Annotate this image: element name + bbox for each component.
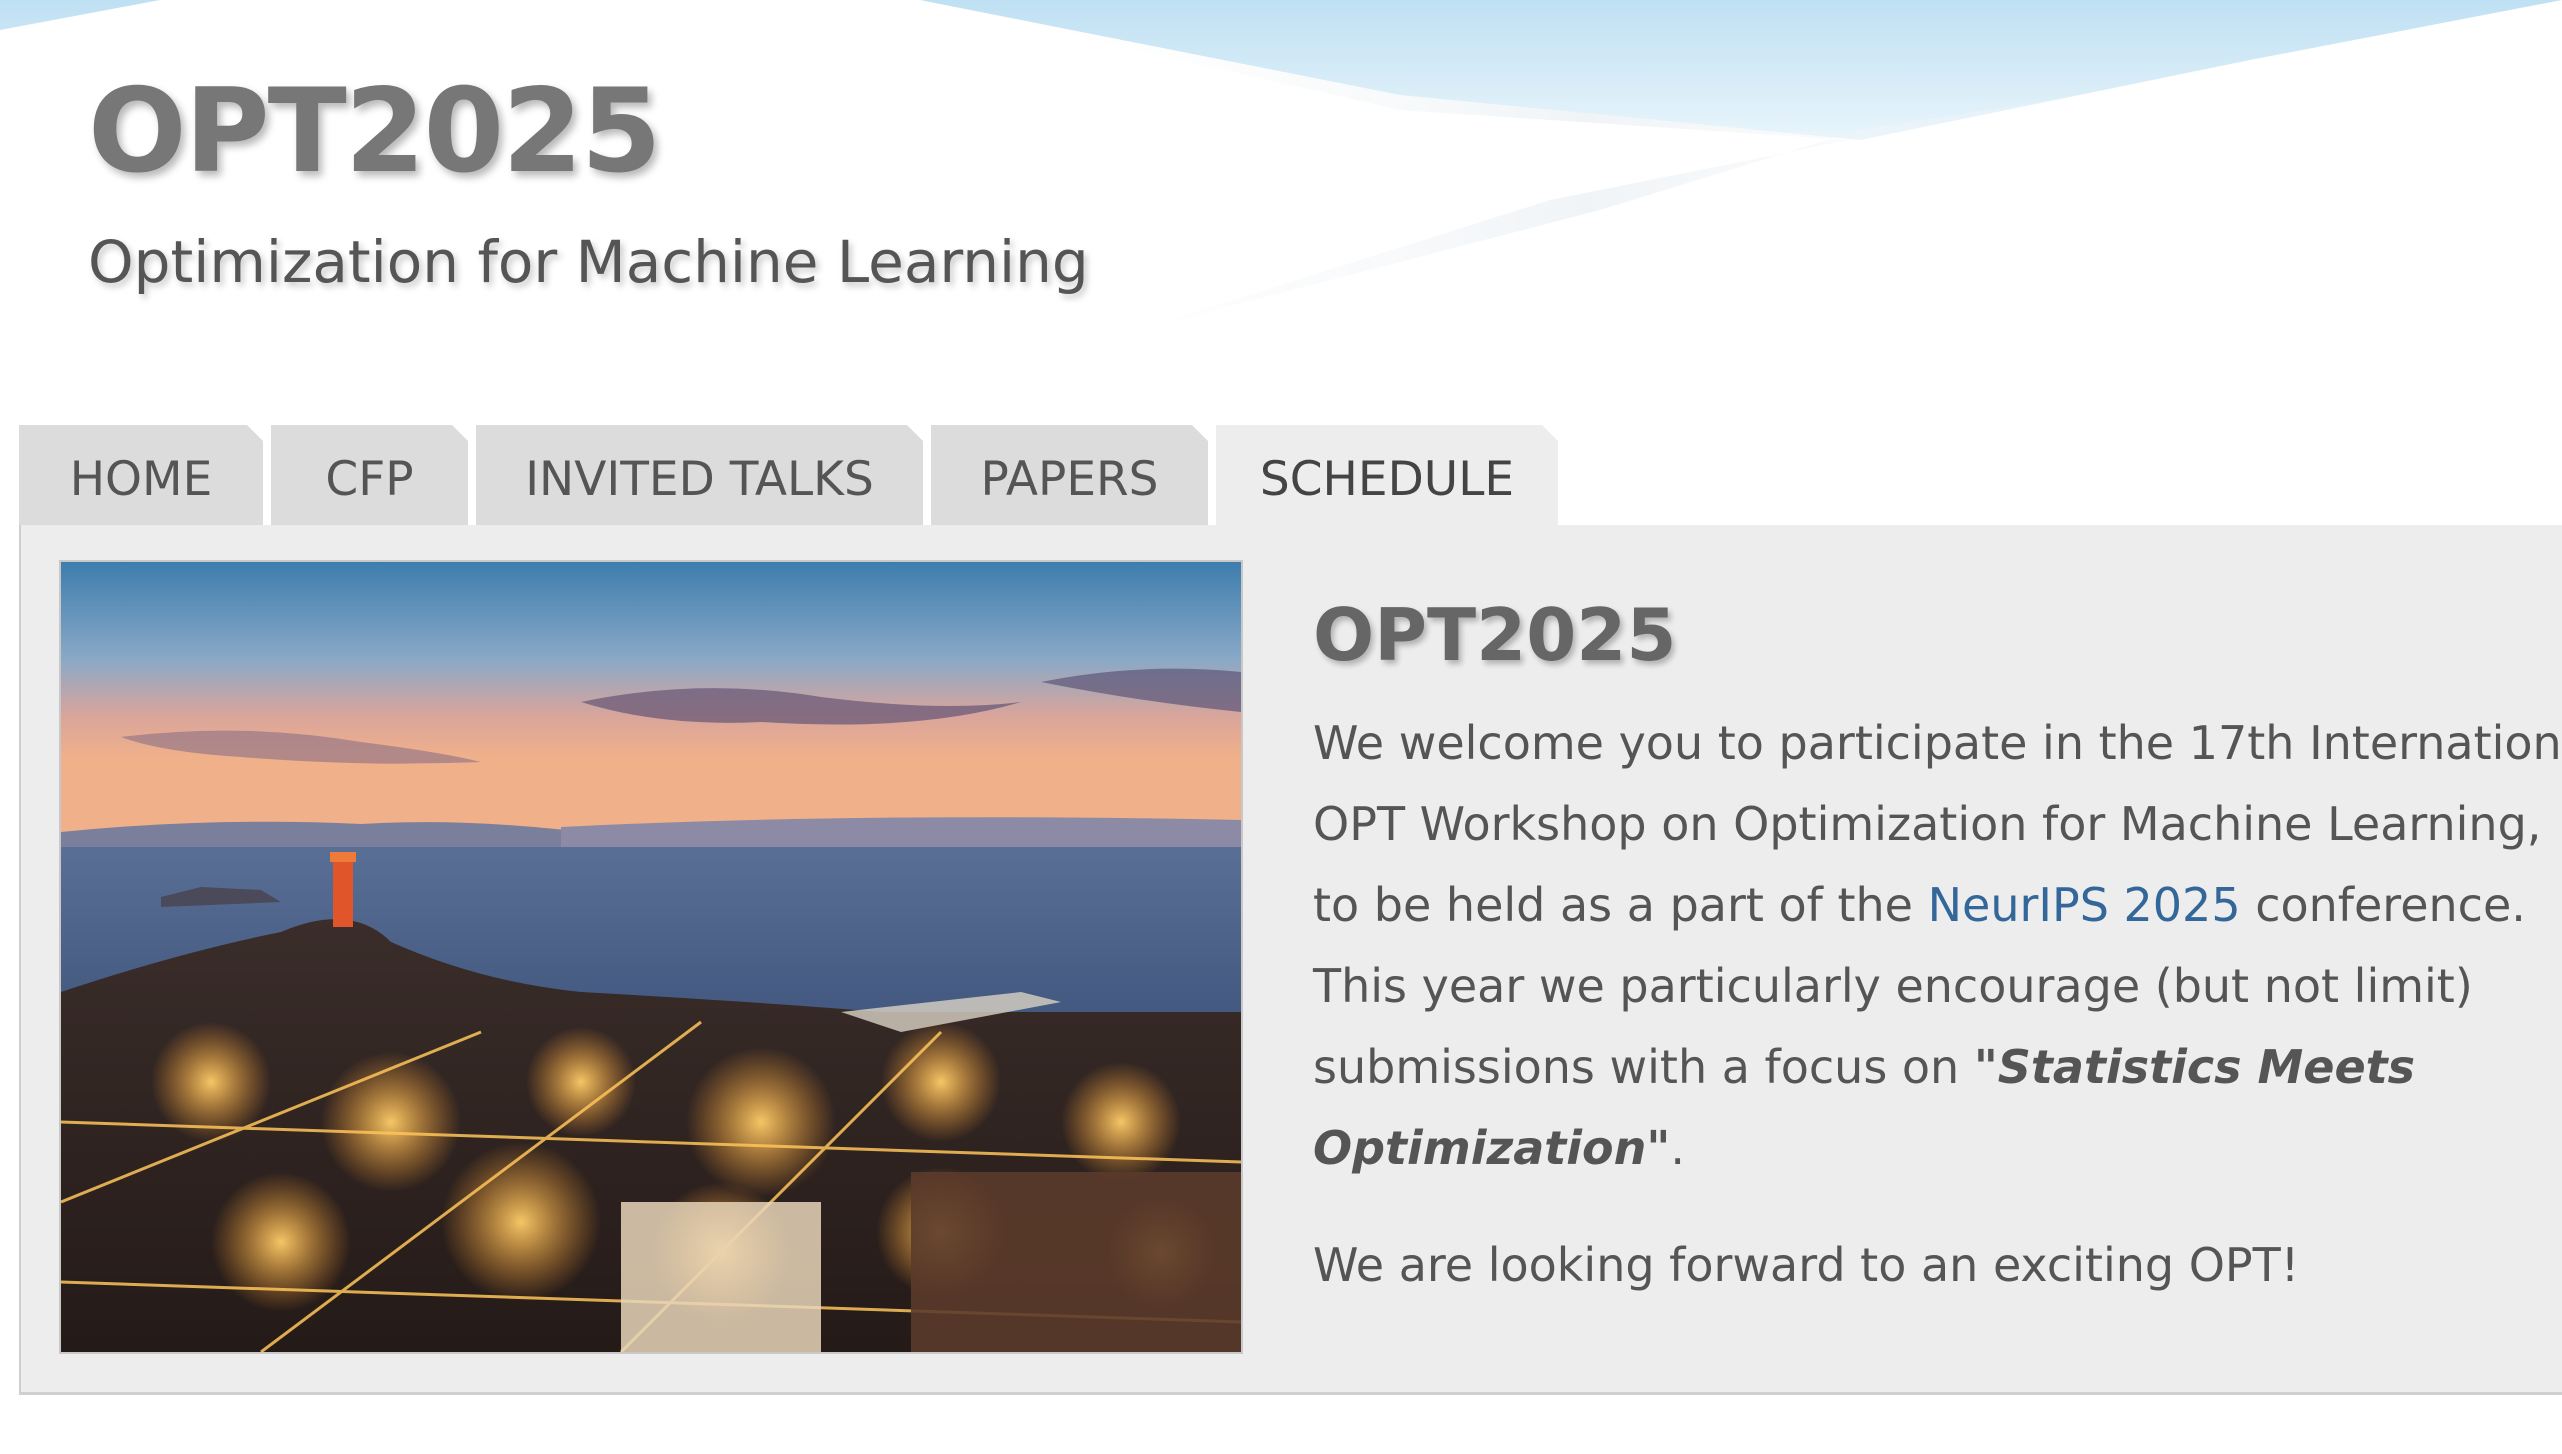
content-title: OPT2025 <box>1313 593 1677 677</box>
san-francisco-photo <box>59 560 1243 1354</box>
site-title: OPT2025 <box>88 64 662 199</box>
intro-line-4: This year we particularly encourage (but… <box>1313 959 2473 1013</box>
intro-line-6-post: . <box>1670 1121 1686 1175</box>
tab-papers[interactable]: PAPERS <box>931 425 1208 525</box>
neurips-2025-link[interactable]: NeurIPS 2025 <box>1928 878 2241 932</box>
focus-topic-part-2: Optimization" <box>1313 1121 1671 1175</box>
tab-home[interactable]: HOME <box>19 425 263 525</box>
focus-topic-part-1: "Statistics Meets <box>1973 1040 2416 1094</box>
intro-paragraph: We welcome you to participate in the 17t… <box>1313 703 2562 1189</box>
intro-section: OPT2025 We welcome you to participate in… <box>1313 585 2562 1306</box>
intro-line-1: We welcome you to participate in the 17t… <box>1313 716 2562 770</box>
intro-line-2: OPT Workshop on Optimization for Machine… <box>1313 797 2542 851</box>
content-panel: OPT2025 We welcome you to participate in… <box>19 525 2562 1395</box>
site-subtitle: Optimization for Machine Learning <box>88 228 1089 296</box>
tab-invited-talks[interactable]: INVITED TALKS <box>476 425 923 525</box>
intro-line-5-pre: submissions with a focus on <box>1313 1040 1974 1094</box>
tab-schedule[interactable]: SCHEDULE <box>1216 425 1558 525</box>
tab-cfp[interactable]: CFP <box>271 425 468 525</box>
closing-paragraph: We are looking forward to an exciting OP… <box>1313 1238 2300 1292</box>
intro-line-3-post: conference. <box>2240 878 2526 932</box>
intro-line-3-pre: to be held as a part of the <box>1313 878 1928 932</box>
page: OPT2025 Optimization for Machine Learnin… <box>0 0 2562 1454</box>
